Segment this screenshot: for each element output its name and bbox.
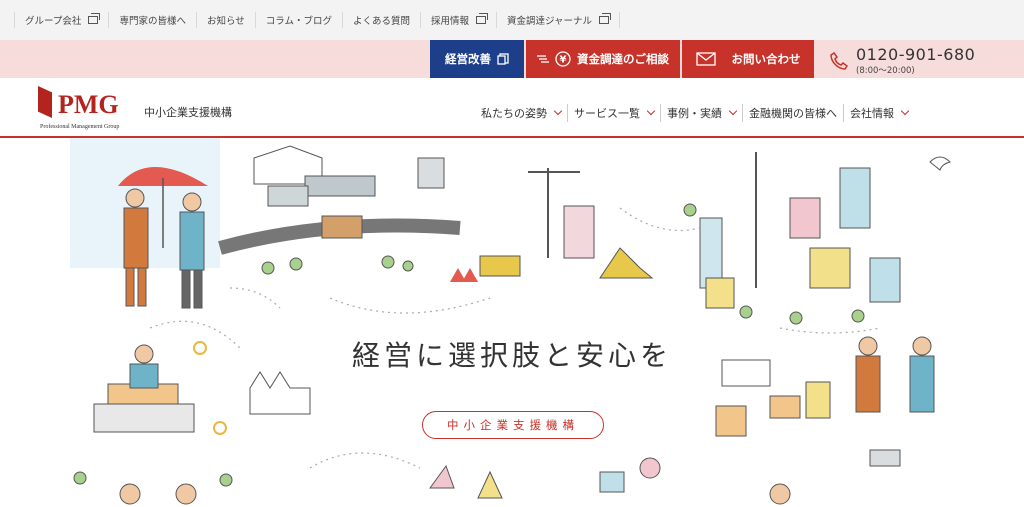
site-tagline: 中小企業支援機構 xyxy=(144,106,232,119)
utility-link-label: よくある質問 xyxy=(352,16,410,27)
utility-link-journal[interactable]: 資金調達ジャーナル xyxy=(497,12,621,28)
utility-link-column[interactable]: コラム・ブログ xyxy=(256,12,343,28)
nav-label: 会社情報 xyxy=(850,107,894,120)
mail-icon xyxy=(695,52,716,66)
utility-link-news[interactable]: お知らせ xyxy=(197,12,256,28)
button-label: 資金調達のご相談 xyxy=(577,52,669,66)
chevron-down-icon xyxy=(900,106,910,116)
city-illustration xyxy=(699,152,951,309)
phone-hours: (8:00〜20:00) xyxy=(856,66,915,76)
nav-item-financial-institutions[interactable]: 金融機関の皆様へ xyxy=(743,104,844,122)
utility-link-label: お知らせ xyxy=(206,16,245,27)
hero-section: 経営に選択肢と安心を 中小企業支援機構 xyxy=(0,138,1024,507)
hero-headline: 経営に選択肢と安心を xyxy=(351,339,672,372)
site-header: PMG Professional Management Group 中小企業支援… xyxy=(0,78,1024,138)
phone-number: 0120-901-680 xyxy=(856,45,976,64)
chevron-down-icon xyxy=(728,106,738,116)
pmg-logo[interactable]: PMG Professional Management Group xyxy=(38,86,119,130)
external-link-icon xyxy=(476,13,489,24)
contact-button[interactable]: お問い合わせ xyxy=(682,40,814,78)
construction-illustration xyxy=(528,168,654,279)
utility-link-faq[interactable]: よくある質問 xyxy=(343,12,421,28)
external-link-icon xyxy=(88,13,101,24)
utility-link-label: コラム・ブログ xyxy=(265,16,332,27)
yen-coin-icon: ¥ xyxy=(555,51,571,67)
logo-text: PMG xyxy=(58,90,119,119)
chevron-down-icon xyxy=(646,106,656,116)
button-label: 経営改善 xyxy=(445,52,491,66)
utility-link-group-companies[interactable]: グループ会社 xyxy=(14,12,110,28)
utility-link-label: 採用情報 xyxy=(431,16,470,27)
chevron-down-icon xyxy=(553,106,563,116)
nav-item-company[interactable]: 会社情報 xyxy=(844,104,914,122)
utility-link-experts[interactable]: 専門家の皆様へ xyxy=(109,12,197,28)
nav-item-cases[interactable]: 事例・実績 xyxy=(661,104,743,122)
logistics-illustration xyxy=(218,145,521,282)
management-improvement-button[interactable]: 経営改善 xyxy=(430,40,524,78)
main-nav: 私たちの姿勢 サービス一覧 事例・実績 金融機関の皆様へ 会社情報 xyxy=(475,104,914,122)
phone-icon xyxy=(830,51,848,70)
utility-link-label: 資金調達ジャーナル xyxy=(507,16,593,27)
nav-item-services[interactable]: サービス一覧 xyxy=(568,104,661,122)
svg-text:¥: ¥ xyxy=(560,55,567,66)
funding-consultation-button[interactable]: ¥ 資金調達のご相談 xyxy=(526,40,680,78)
nav-item-stance[interactable]: 私たちの姿勢 xyxy=(475,104,568,122)
button-label: お問い合わせ xyxy=(731,52,801,66)
menu-lines-icon xyxy=(537,55,549,63)
external-link-icon xyxy=(599,13,612,24)
logo-subtitle: Professional Management Group xyxy=(40,124,120,130)
nav-label: 事例・実績 xyxy=(667,107,722,120)
hero-badge: 中小企業支援機構 xyxy=(422,411,604,439)
phone-contact[interactable]: 0120-901-680 (8:00〜20:00) xyxy=(830,45,975,76)
utility-link-recruit[interactable]: 採用情報 xyxy=(421,12,498,28)
document-icon xyxy=(497,53,509,65)
nav-label: サービス一覧 xyxy=(574,107,640,120)
utility-link-label: 専門家の皆様へ xyxy=(119,16,186,27)
utility-link-label: グループ会社 xyxy=(25,16,82,27)
nav-label: 私たちの姿勢 xyxy=(481,107,547,120)
hero-illustration xyxy=(70,138,951,505)
logo-flag-mark xyxy=(38,86,52,118)
nav-label: 金融機関の皆様へ xyxy=(749,107,837,120)
utility-bar: グループ会社 専門家の皆様へ お知らせ コラム・ブログ よくある質問 採用情報 … xyxy=(0,0,1024,40)
cta-band: 経営改善 ¥ 資金調達のご相談 お問い合わせ 0120-901-680 (8:0… xyxy=(0,40,1024,78)
umbrella-businessmen-illustration xyxy=(70,138,220,309)
